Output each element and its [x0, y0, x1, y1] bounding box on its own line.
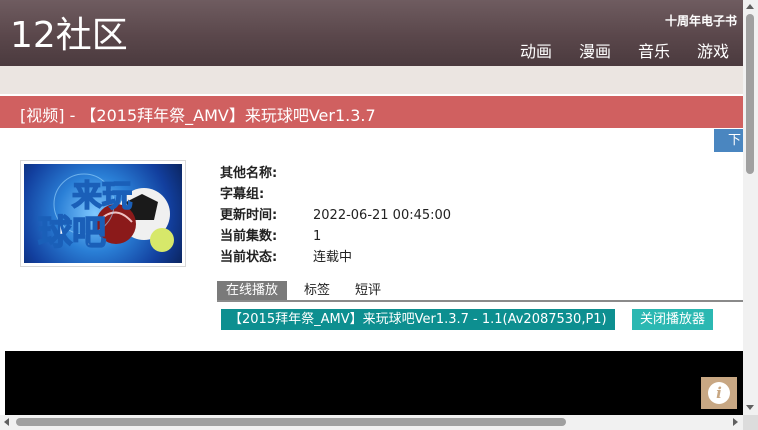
page: 12社区 十周年电子书 动画 漫画 音乐 游戏 [视频] - 【2015拜年祭_… — [0, 0, 743, 415]
info-label: 字幕组: — [220, 187, 265, 202]
nav-manga[interactable]: 漫画 — [579, 38, 611, 62]
tab-online-play[interactable]: 在线播放 — [217, 281, 288, 300]
info-row-update-time: 更新时间: 2022-06-21 00:45:00 — [220, 205, 451, 226]
cover-title-top: 来玩 — [72, 179, 132, 214]
close-player-button[interactable]: 关闭播放器 — [632, 309, 714, 330]
tenth-anniversary-ebook-link[interactable]: 十周年电子书 — [665, 12, 737, 29]
cover-title-bottom: 球吧 — [38, 213, 106, 253]
info-label: 当前状态: — [220, 250, 278, 265]
info-button[interactable]: i — [701, 377, 737, 409]
scrollbar-corner — [743, 415, 758, 430]
vertical-scrollbar[interactable] — [743, 0, 758, 415]
info-label: 其他名称: — [220, 166, 278, 181]
info-label: 更新时间: — [220, 208, 278, 223]
sub-header-strip — [0, 66, 743, 94]
nav-music[interactable]: 音乐 — [638, 38, 670, 62]
info-value: 连载中 — [313, 250, 353, 265]
page-title: [视频] - 【2015拜年祭_AMV】来玩球吧Ver1.3.7 — [20, 106, 376, 125]
vertical-scroll-thumb[interactable] — [746, 14, 754, 174]
tab-short-reviews[interactable]: 短评 — [355, 281, 381, 300]
scroll-left-arrow-icon[interactable] — [4, 418, 9, 426]
cover-image: 来玩 球吧 — [20, 160, 186, 267]
site-header: 12社区 十周年电子书 动画 漫画 音乐 游戏 — [0, 0, 743, 66]
content-tabs: 在线播放 标签 短评 — [217, 281, 743, 302]
info-value: 2022-06-21 00:45:00 — [313, 208, 452, 223]
site-logo[interactable]: 12社区 — [10, 14, 128, 58]
scroll-right-arrow-icon[interactable] — [733, 418, 738, 426]
nav-games[interactable]: 游戏 — [697, 38, 729, 62]
info-row-subtitle-group: 字幕组: — [220, 184, 451, 205]
info-value: 1 — [313, 229, 322, 244]
scroll-up-arrow-icon[interactable] — [746, 4, 754, 9]
download-button[interactable]: 下 — [714, 129, 743, 152]
horizontal-scrollbar[interactable] — [0, 415, 743, 430]
episode-button[interactable]: 【2015拜年祭_AMV】来玩球吧Ver1.3.7 - 1.1(Av208753… — [221, 309, 615, 330]
scroll-down-arrow-icon[interactable] — [746, 405, 754, 410]
cover-art: 来玩 球吧 — [24, 164, 182, 263]
info-row-other-names: 其他名称: — [220, 163, 451, 184]
video-info: 其他名称: 字幕组: 更新时间: 2022-06-21 00:45:00 当前集… — [220, 163, 451, 268]
nav-anime[interactable]: 动画 — [520, 38, 552, 62]
cover-illustration: 来玩 球吧 — [37, 173, 174, 254]
info-row-status: 当前状态: 连载中 — [220, 247, 451, 268]
video-player[interactable] — [5, 351, 743, 415]
main-nav: 动画 漫画 音乐 游戏 — [493, 38, 729, 62]
info-label: 当前集数: — [220, 229, 278, 244]
tab-tags[interactable]: 标签 — [304, 281, 330, 300]
horizontal-scroll-thumb[interactable] — [16, 418, 566, 426]
info-icon: i — [708, 382, 730, 404]
title-bar: [视频] - 【2015拜年祭_AMV】来玩球吧Ver1.3.7 — [0, 96, 743, 128]
info-row-episode-count: 当前集数: 1 — [220, 226, 451, 247]
